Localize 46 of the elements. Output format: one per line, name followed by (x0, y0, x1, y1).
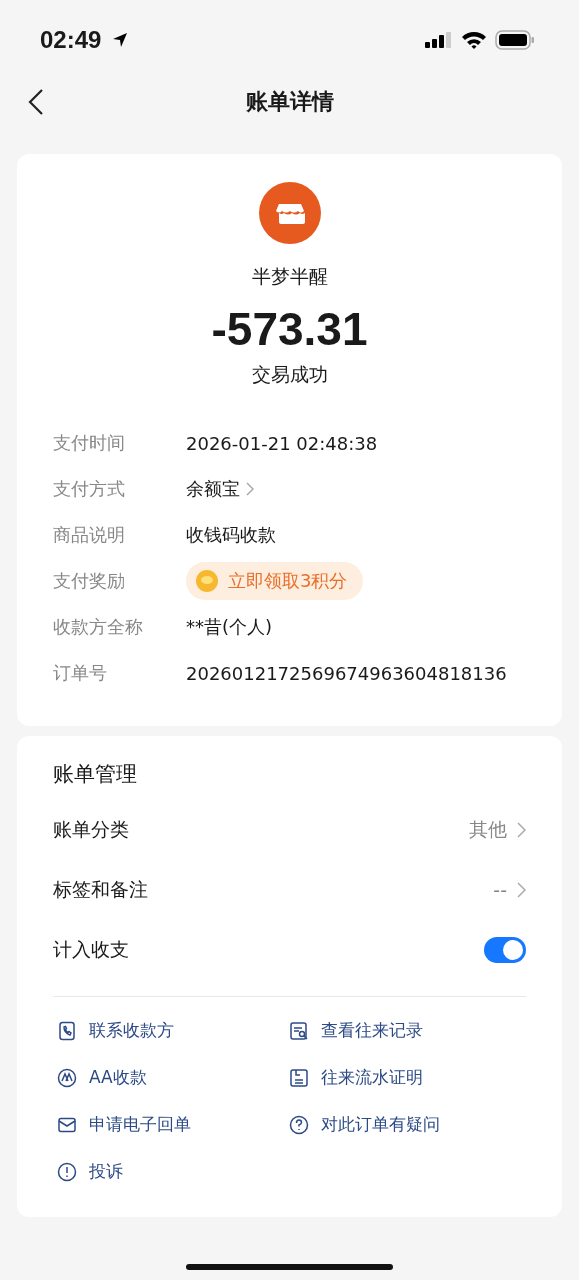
document-search-icon (289, 1020, 309, 1041)
detail-value: **昔(个人) (186, 615, 273, 639)
setting-label: 标签和备注 (53, 877, 148, 902)
aa-icon (57, 1067, 77, 1088)
store-icon (258, 182, 321, 244)
signal-icon (425, 31, 453, 49)
action-link[interactable]: 投诉 (53, 1148, 285, 1195)
setting-label: 计入收支 (53, 937, 129, 962)
action-link[interactable]: AA收款 (53, 1054, 285, 1101)
toggle-switch[interactable] (484, 937, 526, 963)
back-icon[interactable] (28, 88, 44, 116)
chevron-icon (517, 882, 526, 898)
wifi-icon (461, 31, 487, 49)
document-icon (289, 1067, 309, 1088)
action-link[interactable]: 对此订单有疑问 (285, 1101, 526, 1148)
transaction-status: 交易成功 (251, 362, 328, 387)
alert-icon (57, 1161, 77, 1182)
battery-icon (495, 30, 535, 50)
action-link[interactable]: 查看往来记录 (285, 1007, 526, 1054)
setting-value-link[interactable]: -- (493, 879, 526, 901)
location-arrow-icon (111, 31, 130, 49)
question-icon (289, 1114, 309, 1135)
detail-label: 支付时间 (53, 431, 126, 455)
merchant-name: 半梦半醒 (251, 264, 328, 289)
amount: -573.31 (211, 302, 368, 356)
action-link[interactable]: 联系收款方 (53, 1007, 285, 1054)
payment-method-link[interactable]: 余额宝 (186, 477, 254, 501)
action-link[interactable]: 申请电子回单 (53, 1101, 285, 1148)
detail-label: 支付奖励 (53, 569, 126, 593)
detail-label: 商品说明 (53, 523, 126, 547)
phone-book-icon (57, 1020, 77, 1041)
section-title: 账单管理 (53, 761, 138, 788)
detail-label: 订单号 (53, 661, 108, 685)
detail-value: 2026-01-21 02:48:38 (186, 432, 378, 454)
coin-icon (196, 570, 218, 592)
detail-value: 收钱码收款 (186, 523, 276, 547)
page-title: 账单详情 (245, 88, 334, 116)
chevron-icon (246, 482, 254, 496)
chevron-icon (517, 822, 526, 838)
detail-value: 2026012172569674963604818136 (186, 662, 507, 684)
detail-label: 收款方全称 (53, 615, 144, 639)
setting-label: 账单分类 (53, 817, 129, 842)
action-link[interactable]: 往来流水证明 (285, 1054, 526, 1101)
detail-label: 支付方式 (53, 477, 126, 501)
status-time: 02:49 (40, 26, 102, 54)
setting-value-link[interactable]: 其他 (469, 817, 526, 843)
